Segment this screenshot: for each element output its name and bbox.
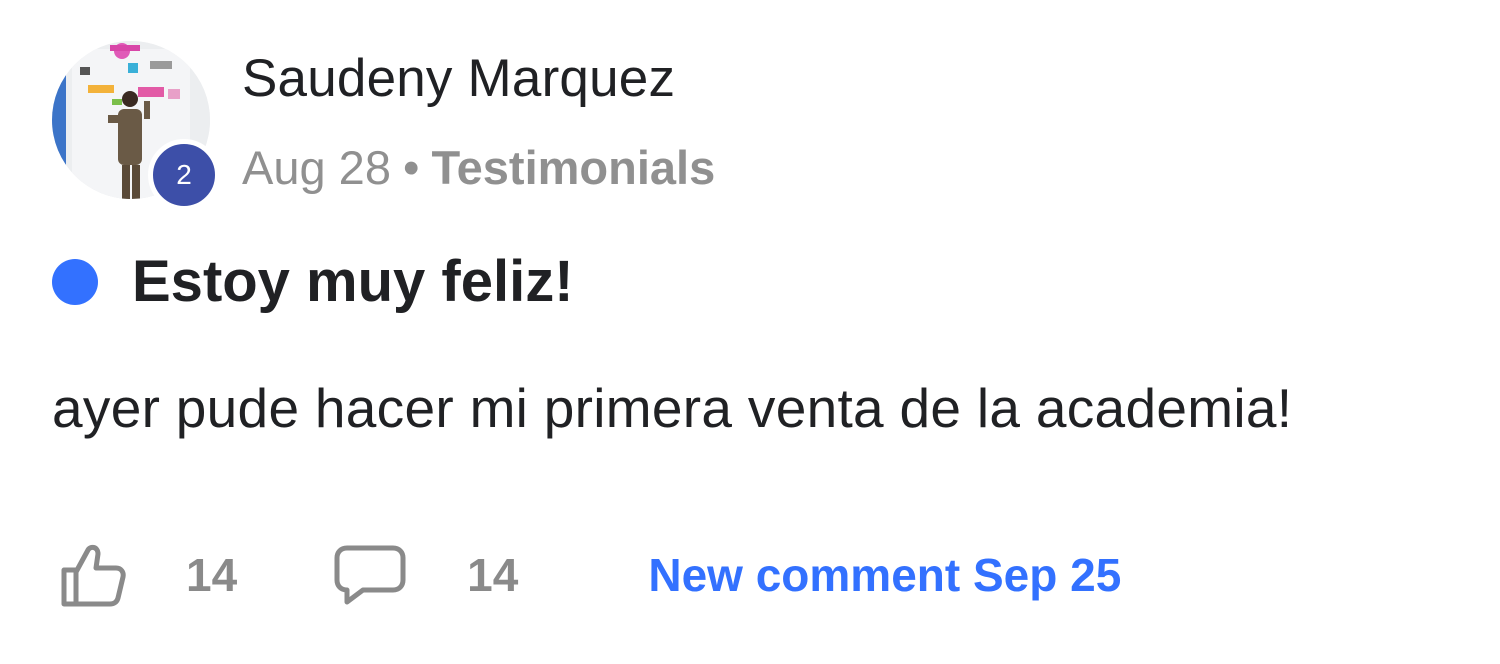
- new-comment-link[interactable]: New comment Sep 25: [648, 548, 1121, 602]
- meta-separator: •: [402, 141, 420, 194]
- post-card: 2 Saudeny Marquez Aug 28 • Testimonials …: [0, 0, 1500, 664]
- title-row[interactable]: Estoy muy feliz!: [52, 248, 574, 315]
- post-category[interactable]: Testimonials: [431, 140, 715, 195]
- like-count: 14: [186, 549, 238, 601]
- post-body: ayer pude hacer mi primera venta de la a…: [52, 377, 1293, 439]
- post-date: Aug 28: [242, 141, 391, 194]
- post-title[interactable]: Estoy muy feliz!: [132, 248, 574, 315]
- speech-bubble-icon: [334, 545, 406, 605]
- comment-button[interactable]: 14: [333, 544, 518, 606]
- thumbs-up-icon: [61, 544, 126, 607]
- post-actions: 14 14 New comment Sep 25: [58, 540, 1121, 610]
- level-badge: 2: [148, 139, 220, 211]
- post-meta: Aug 28 • Testimonials: [242, 140, 715, 195]
- comment-count: 14: [467, 549, 519, 601]
- unread-dot-icon: [52, 258, 98, 305]
- author-avatar-wrap[interactable]: 2: [52, 41, 220, 211]
- like-button[interactable]: 14: [58, 542, 237, 608]
- author-name[interactable]: Saudeny Marquez: [242, 48, 675, 109]
